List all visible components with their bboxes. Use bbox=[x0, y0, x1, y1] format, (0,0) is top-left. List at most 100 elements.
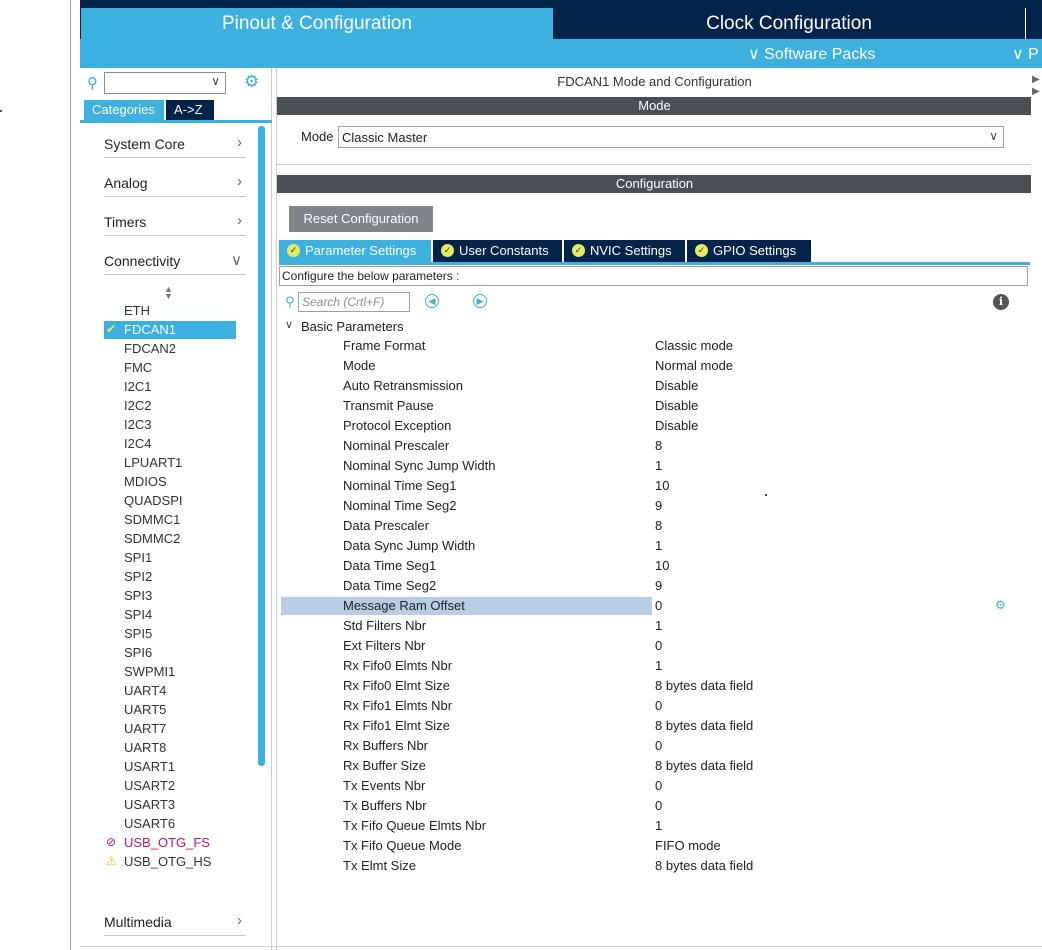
info-icon[interactable]: i bbox=[993, 294, 1009, 310]
peripheral-item-swpmi1[interactable]: SWPMI1 bbox=[104, 663, 236, 681]
parameter-row[interactable]: Tx Elmt Size 8 bytes data field bbox=[281, 856, 1011, 876]
parameter-row[interactable]: Tx Fifo Queue Mode FIFO mode bbox=[281, 836, 1011, 856]
category-search-combo[interactable]: ∨ bbox=[104, 72, 226, 94]
parameter-value[interactable]: 1 bbox=[655, 618, 662, 633]
parameter-row[interactable]: Auto Retransmission Disable bbox=[281, 376, 1011, 396]
parameter-value[interactable]: 0 bbox=[655, 698, 662, 713]
tab-pinout-configuration[interactable]: Pinout & Configuration bbox=[81, 8, 553, 39]
parameter-search-input[interactable]: Search (Crtl+F) bbox=[298, 292, 410, 312]
peripheral-item-spi3[interactable]: SPI3 bbox=[104, 587, 236, 605]
parameter-value[interactable]: 0 bbox=[655, 638, 662, 653]
peripheral-item-usb_otg_fs[interactable]: ⊘ USB_OTG_FS bbox=[104, 834, 236, 852]
parameter-row[interactable]: Frame Format Classic mode bbox=[281, 336, 1011, 356]
parameter-value[interactable]: 8 bytes data field bbox=[655, 858, 753, 873]
parameter-value[interactable]: 9 bbox=[655, 578, 662, 593]
category-scrollbar-thumb[interactable] bbox=[258, 126, 265, 766]
parameter-row[interactable]: Nominal Time Seg1 10 bbox=[281, 476, 1011, 496]
peripheral-item-usart3[interactable]: USART3 bbox=[104, 796, 236, 814]
parameter-value[interactable]: 1 bbox=[655, 458, 662, 473]
sort-icon[interactable]: ▲ ▼ bbox=[164, 285, 173, 301]
parameter-value[interactable]: 0 bbox=[655, 778, 662, 793]
parameter-row[interactable]: Rx Fifo0 Elmt Size 8 bytes data field bbox=[281, 676, 1011, 696]
category-timers[interactable]: Timers › bbox=[104, 212, 246, 236]
parameter-value[interactable]: Disable bbox=[655, 378, 698, 393]
chevron-right-icon[interactable]: ▶ bbox=[1032, 74, 1040, 85]
parameter-row[interactable]: Transmit Pause Disable bbox=[281, 396, 1011, 416]
parameter-row[interactable]: Data Prescaler 8 bbox=[281, 516, 1011, 536]
peripheral-item-spi6[interactable]: SPI6 bbox=[104, 644, 236, 662]
search-icon[interactable]: ⚲ bbox=[87, 74, 98, 92]
truncated-menu[interactable]: ∨ P bbox=[1012, 44, 1039, 64]
peripheral-item-uart4[interactable]: UART4 bbox=[104, 682, 236, 700]
parameter-value[interactable]: 10 bbox=[655, 558, 669, 573]
peripheral-item-i2c4[interactable]: I2C4 bbox=[104, 435, 236, 453]
tab-parameter-settings[interactable]: ✓ Parameter Settings bbox=[279, 240, 431, 262]
software-packs-menu[interactable]: ∨ Software Packs bbox=[748, 44, 875, 64]
parameter-row[interactable]: Nominal Time Seg2 9 bbox=[281, 496, 1011, 516]
parameter-value[interactable]: 1 bbox=[655, 818, 662, 833]
parameter-row[interactable]: Mode Normal mode bbox=[281, 356, 1011, 376]
parameter-value[interactable]: 8 bytes data field bbox=[655, 718, 753, 733]
peripheral-item-usart6[interactable]: USART6 bbox=[104, 815, 236, 833]
peripheral-item-uart5[interactable]: UART5 bbox=[104, 701, 236, 719]
tab-a-z[interactable]: A->Z bbox=[166, 100, 214, 120]
peripheral-item-lpuart1[interactable]: LPUART1 bbox=[104, 454, 236, 472]
parameter-row[interactable]: Tx Fifo Queue Elmts Nbr 1 bbox=[281, 816, 1011, 836]
tab-clock-configuration[interactable]: Clock Configuration bbox=[554, 8, 1024, 39]
parameter-row[interactable]: Rx Fifo0 Elmts Nbr 1 bbox=[281, 656, 1011, 676]
parameter-value[interactable]: 0 bbox=[655, 798, 662, 813]
gear-icon[interactable]: ⚙ bbox=[995, 598, 1006, 612]
peripheral-item-sdmmc1[interactable]: SDMMC1 bbox=[104, 511, 236, 529]
parameter-value[interactable]: 8 bytes data field bbox=[655, 758, 753, 773]
right-scrollbar[interactable]: ▶ ▶ bbox=[1031, 68, 1042, 950]
parameter-value[interactable]: 1 bbox=[655, 538, 662, 553]
peripheral-item-spi1[interactable]: SPI1 bbox=[104, 549, 236, 567]
parameter-value[interactable]: 8 bbox=[655, 518, 662, 533]
peripheral-item-fdcan1[interactable]: ✔ FDCAN1 bbox=[104, 321, 236, 339]
peripheral-item-fmc[interactable]: FMC bbox=[104, 359, 236, 377]
parameter-value[interactable]: FIFO mode bbox=[655, 838, 721, 853]
parameter-row[interactable]: Rx Buffers Nbr 0 bbox=[281, 736, 1011, 756]
parameter-value[interactable]: 8 bbox=[655, 438, 662, 453]
parameter-row[interactable]: Ext Filters Nbr 0 bbox=[281, 636, 1011, 656]
peripheral-item-i2c1[interactable]: I2C1 bbox=[104, 378, 236, 396]
tab-user-constants[interactable]: ✓ User Constants bbox=[433, 240, 562, 262]
parameter-row[interactable]: Nominal Sync Jump Width 1 bbox=[281, 456, 1011, 476]
parameter-value[interactable]: 8 bytes data field bbox=[655, 678, 753, 693]
peripheral-item-uart7[interactable]: UART7 bbox=[104, 720, 236, 738]
chevron-down-icon[interactable]: ∨ bbox=[211, 74, 220, 88]
peripheral-item-spi2[interactable]: SPI2 bbox=[104, 568, 236, 586]
peripheral-item-spi4[interactable]: SPI4 bbox=[104, 606, 236, 624]
parameter-value[interactable]: Normal mode bbox=[655, 358, 733, 373]
tab-nvic-settings[interactable]: ✓ NVIC Settings bbox=[564, 240, 685, 262]
parameter-row[interactable]: Tx Events Nbr 0 bbox=[281, 776, 1011, 796]
parameter-row[interactable]: Protocol Exception Disable bbox=[281, 416, 1011, 436]
previous-match-icon[interactable]: ◀ bbox=[425, 294, 439, 308]
parameter-value[interactable]: 1 bbox=[655, 658, 662, 673]
peripheral-item-i2c3[interactable]: I2C3 bbox=[104, 416, 236, 434]
parameter-row[interactable]: Data Time Seg1 10 bbox=[281, 556, 1011, 576]
search-icon[interactable]: ⚲ bbox=[285, 294, 295, 310]
parameter-value[interactable]: Disable bbox=[655, 418, 698, 433]
parameter-row[interactable]: Message Ram Offset 0 ⚙ bbox=[281, 596, 1011, 616]
peripheral-item-usb_otg_hs[interactable]: ⚠ USB_OTG_HS bbox=[104, 853, 236, 871]
parameter-value[interactable]: 9 bbox=[655, 498, 662, 513]
peripheral-item-uart8[interactable]: UART8 bbox=[104, 739, 236, 757]
reset-configuration-button[interactable]: Reset Configuration bbox=[289, 206, 433, 232]
next-match-icon[interactable]: ▶ bbox=[473, 294, 487, 308]
peripheral-item-eth[interactable]: ETH bbox=[104, 302, 236, 320]
peripheral-item-i2c2[interactable]: I2C2 bbox=[104, 397, 236, 415]
parameter-value[interactable]: Classic mode bbox=[655, 338, 733, 353]
peripheral-item-usart1[interactable]: USART1 bbox=[104, 758, 236, 776]
peripheral-item-usart2[interactable]: USART2 bbox=[104, 777, 236, 795]
tab-more[interactable] bbox=[1025, 8, 1042, 39]
parameter-row[interactable]: Rx Fifo1 Elmt Size 8 bytes data field bbox=[281, 716, 1011, 736]
parameter-row[interactable]: Rx Fifo1 Elmts Nbr 0 bbox=[281, 696, 1011, 716]
tab-categories[interactable]: Categories bbox=[84, 100, 164, 120]
parameter-value[interactable]: Disable bbox=[655, 398, 698, 413]
parameter-row[interactable]: Data Sync Jump Width 1 bbox=[281, 536, 1011, 556]
category-multimedia[interactable]: Multimedia › bbox=[104, 912, 246, 936]
parameter-row[interactable]: Std Filters Nbr 1 bbox=[281, 616, 1011, 636]
peripheral-item-spi5[interactable]: SPI5 bbox=[104, 625, 236, 643]
parameter-value[interactable]: 0 bbox=[655, 598, 662, 613]
